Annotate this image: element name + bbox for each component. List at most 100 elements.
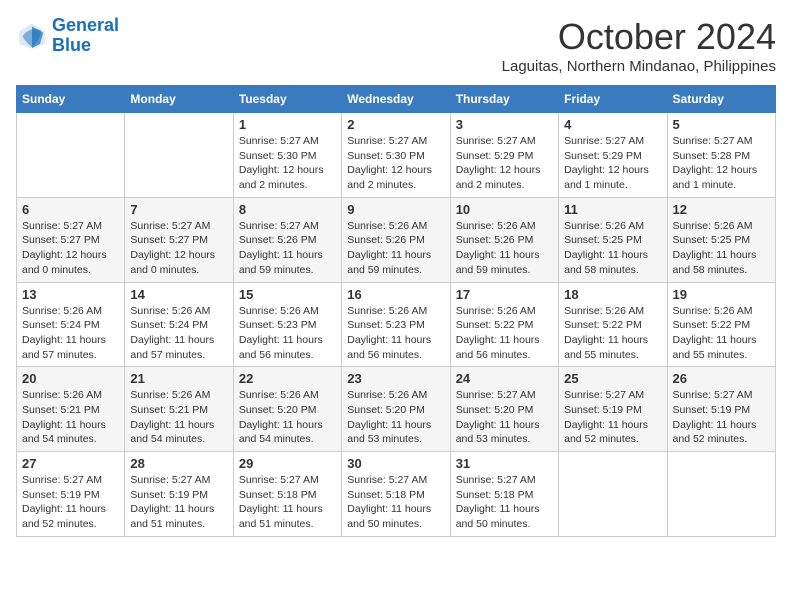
location-subtitle: Laguitas, Northern Mindanao, Philippines bbox=[502, 58, 776, 75]
day-info: Sunrise: 5:26 AM Sunset: 5:23 PM Dayligh… bbox=[347, 304, 444, 363]
calendar-week-row: 6Sunrise: 5:27 AM Sunset: 5:27 PM Daylig… bbox=[17, 197, 776, 282]
calendar-week-row: 13Sunrise: 5:26 AM Sunset: 5:24 PM Dayli… bbox=[17, 282, 776, 367]
calendar-day-cell: 28 Sunrise: 5:27 AM Sunset: 5:19 PM Dayli… bbox=[125, 452, 233, 537]
day-number: 2 bbox=[347, 117, 444, 132]
day-number: 31 bbox=[456, 456, 553, 471]
calendar-day-cell: 6Sunrise: 5:27 AM Sunset: 5:27 PM Daylig… bbox=[17, 197, 125, 282]
day-info: Sunrise: 5:27 AM Sunset: 5:20 PM Dayligh… bbox=[456, 388, 553, 447]
day-info: Sunrise: 5:27 AM Sunset: 5:27 PM Dayligh… bbox=[130, 219, 227, 278]
day-info: Sunrise: 5:27 AM Sunset: 5:18 PM Dayligh… bbox=[347, 473, 444, 532]
day-info: Sunrise: 5:27 AM Sunset: 5:29 PM Dayligh… bbox=[456, 134, 553, 193]
calendar-day-cell: 29 Sunrise: 5:27 AM Sunset: 5:18 PM Dayli… bbox=[233, 452, 341, 537]
day-number: 17 bbox=[456, 287, 553, 302]
day-number: 8 bbox=[239, 202, 336, 217]
calendar-day-cell: 27 Sunrise: 5:27 AM Sunset: 5:19 PM Dayli… bbox=[17, 452, 125, 537]
day-number: 22 bbox=[239, 371, 336, 386]
day-info: Sunrise: 5:26 AM Sunset: 5:21 PM Dayligh… bbox=[130, 388, 227, 447]
calendar-day-cell: 20 Sunrise: 5:26 AM Sunset: 5:21 PM Dayli… bbox=[17, 367, 125, 452]
calendar-day-cell: 16 Sunrise: 5:26 AM Sunset: 5:23 PM Dayli… bbox=[342, 282, 450, 367]
calendar-day-cell bbox=[559, 452, 667, 537]
calendar-day-cell: 17Sunrise: 5:26 AM Sunset: 5:22 PM Dayli… bbox=[450, 282, 558, 367]
title-block: October 2024 Laguitas, Northern Mindanao… bbox=[502, 16, 776, 75]
day-number: 24 bbox=[456, 371, 553, 386]
day-number: 16 bbox=[347, 287, 444, 302]
weekday-header-cell: Friday bbox=[559, 86, 667, 113]
logo-text: General Blue bbox=[52, 16, 119, 56]
calendar-day-cell: 13Sunrise: 5:26 AM Sunset: 5:24 PM Dayli… bbox=[17, 282, 125, 367]
day-info: Sunrise: 5:26 AM Sunset: 5:24 PM Dayligh… bbox=[22, 304, 119, 363]
logo: General Blue bbox=[16, 16, 119, 56]
day-number: 15 bbox=[239, 287, 336, 302]
calendar-day-cell: 22 Sunrise: 5:26 AM Sunset: 5:20 PM Dayli… bbox=[233, 367, 341, 452]
day-info: Sunrise: 5:27 AM Sunset: 5:19 PM Dayligh… bbox=[22, 473, 119, 532]
day-number: 5 bbox=[673, 117, 770, 132]
weekday-header-cell: Sunday bbox=[17, 86, 125, 113]
day-number: 26 bbox=[673, 371, 770, 386]
calendar-day-cell: 9Sunrise: 5:26 AM Sunset: 5:26 PM Daylig… bbox=[342, 197, 450, 282]
calendar-week-row: 27 Sunrise: 5:27 AM Sunset: 5:19 PM Dayli… bbox=[17, 452, 776, 537]
day-info: Sunrise: 5:26 AM Sunset: 5:20 PM Dayligh… bbox=[347, 388, 444, 447]
day-number: 25 bbox=[564, 371, 661, 386]
day-info: Sunrise: 5:26 AM Sunset: 5:26 PM Dayligh… bbox=[456, 219, 553, 278]
day-info: Sunrise: 5:27 AM Sunset: 5:28 PM Dayligh… bbox=[673, 134, 770, 193]
calendar-day-cell: 7 Sunrise: 5:27 AM Sunset: 5:27 PM Daylig… bbox=[125, 197, 233, 282]
day-number: 10 bbox=[456, 202, 553, 217]
weekday-header-cell: Thursday bbox=[450, 86, 558, 113]
day-number: 18 bbox=[564, 287, 661, 302]
day-info: Sunrise: 5:26 AM Sunset: 5:25 PM Dayligh… bbox=[673, 219, 770, 278]
day-number: 30 bbox=[347, 456, 444, 471]
day-info: Sunrise: 5:26 AM Sunset: 5:25 PM Dayligh… bbox=[564, 219, 661, 278]
day-info: Sunrise: 5:27 AM Sunset: 5:27 PM Dayligh… bbox=[22, 219, 119, 278]
calendar-day-cell bbox=[667, 452, 775, 537]
day-number: 28 bbox=[130, 456, 227, 471]
calendar-day-cell: 24 Sunrise: 5:27 AM Sunset: 5:20 PM Dayli… bbox=[450, 367, 558, 452]
day-number: 9 bbox=[347, 202, 444, 217]
day-number: 27 bbox=[22, 456, 119, 471]
day-number: 19 bbox=[673, 287, 770, 302]
day-info: Sunrise: 5:26 AM Sunset: 5:22 PM Dayligh… bbox=[673, 304, 770, 363]
day-number: 4 bbox=[564, 117, 661, 132]
calendar-day-cell: 14 Sunrise: 5:26 AM Sunset: 5:24 PM Dayli… bbox=[125, 282, 233, 367]
day-info: Sunrise: 5:26 AM Sunset: 5:20 PM Dayligh… bbox=[239, 388, 336, 447]
calendar-body: 1Sunrise: 5:27 AM Sunset: 5:30 PM Daylig… bbox=[17, 113, 776, 537]
calendar-day-cell: 4 Sunrise: 5:27 AM Sunset: 5:29 PM Daylig… bbox=[559, 113, 667, 198]
calendar-day-cell bbox=[17, 113, 125, 198]
day-info: Sunrise: 5:27 AM Sunset: 5:29 PM Dayligh… bbox=[564, 134, 661, 193]
weekday-header-cell: Monday bbox=[125, 86, 233, 113]
calendar-day-cell: 26Sunrise: 5:27 AM Sunset: 5:19 PM Dayli… bbox=[667, 367, 775, 452]
day-info: Sunrise: 5:26 AM Sunset: 5:21 PM Dayligh… bbox=[22, 388, 119, 447]
day-number: 7 bbox=[130, 202, 227, 217]
day-info: Sunrise: 5:26 AM Sunset: 5:24 PM Dayligh… bbox=[130, 304, 227, 363]
day-info: Sunrise: 5:26 AM Sunset: 5:23 PM Dayligh… bbox=[239, 304, 336, 363]
calendar-day-cell: 10 Sunrise: 5:26 AM Sunset: 5:26 PM Dayli… bbox=[450, 197, 558, 282]
calendar-day-cell: 21 Sunrise: 5:26 AM Sunset: 5:21 PM Dayli… bbox=[125, 367, 233, 452]
calendar-day-cell: 12 Sunrise: 5:26 AM Sunset: 5:25 PM Dayli… bbox=[667, 197, 775, 282]
day-info: Sunrise: 5:27 AM Sunset: 5:19 PM Dayligh… bbox=[130, 473, 227, 532]
day-number: 1 bbox=[239, 117, 336, 132]
day-number: 20 bbox=[22, 371, 119, 386]
weekday-header-cell: Wednesday bbox=[342, 86, 450, 113]
day-info: Sunrise: 5:27 AM Sunset: 5:18 PM Dayligh… bbox=[456, 473, 553, 532]
logo-icon bbox=[16, 20, 48, 52]
day-number: 29 bbox=[239, 456, 336, 471]
day-number: 14 bbox=[130, 287, 227, 302]
day-number: 12 bbox=[673, 202, 770, 217]
day-info: Sunrise: 5:27 AM Sunset: 5:18 PM Dayligh… bbox=[239, 473, 336, 532]
calendar-week-row: 20 Sunrise: 5:26 AM Sunset: 5:21 PM Dayli… bbox=[17, 367, 776, 452]
calendar-day-cell: 3 Sunrise: 5:27 AM Sunset: 5:29 PM Daylig… bbox=[450, 113, 558, 198]
calendar-day-cell bbox=[125, 113, 233, 198]
day-number: 11 bbox=[564, 202, 661, 217]
weekday-header-cell: Saturday bbox=[667, 86, 775, 113]
calendar-day-cell: 23Sunrise: 5:26 AM Sunset: 5:20 PM Dayli… bbox=[342, 367, 450, 452]
month-title: October 2024 bbox=[502, 16, 776, 58]
weekday-header-row: SundayMondayTuesdayWednesdayThursdayFrid… bbox=[17, 86, 776, 113]
day-number: 21 bbox=[130, 371, 227, 386]
calendar-day-cell: 30 Sunrise: 5:27 AM Sunset: 5:18 PM Dayli… bbox=[342, 452, 450, 537]
calendar-day-cell: 31 Sunrise: 5:27 AM Sunset: 5:18 PM Dayli… bbox=[450, 452, 558, 537]
calendar-day-cell: 19 Sunrise: 5:26 AM Sunset: 5:22 PM Dayli… bbox=[667, 282, 775, 367]
calendar-week-row: 1Sunrise: 5:27 AM Sunset: 5:30 PM Daylig… bbox=[17, 113, 776, 198]
day-info: Sunrise: 5:27 AM Sunset: 5:19 PM Dayligh… bbox=[564, 388, 661, 447]
calendar-day-cell: 11 Sunrise: 5:26 AM Sunset: 5:25 PM Dayli… bbox=[559, 197, 667, 282]
calendar-day-cell: 15 Sunrise: 5:26 AM Sunset: 5:23 PM Dayli… bbox=[233, 282, 341, 367]
day-number: 3 bbox=[456, 117, 553, 132]
